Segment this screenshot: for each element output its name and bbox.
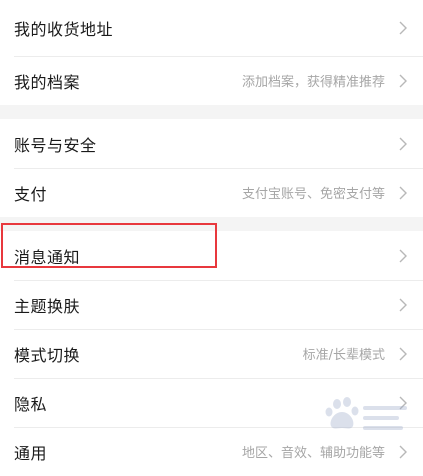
section-divider [0, 105, 423, 119]
settings-item-label: 主题换肤 [14, 296, 81, 316]
settings-item-general[interactable]: 通用 地区、音效、辅助功能等 [0, 427, 423, 476]
settings-item-label: 我的收货地址 [14, 20, 114, 39]
settings-item-label: 支付 [14, 184, 48, 204]
settings-item-label: 模式切换 [14, 345, 81, 365]
settings-item-hint: 添加档案，获得精准推荐 [241, 75, 385, 90]
chevron-right-icon [397, 445, 409, 459]
settings-item-payment[interactable]: 支付 支付宝账号、免密支付等 [0, 168, 423, 217]
settings-item-label: 隐私 [14, 394, 48, 414]
settings-item-label: 我的档案 [14, 72, 81, 92]
settings-item-label: 通用 [14, 443, 48, 463]
settings-item-privacy[interactable]: 隐私 [0, 378, 423, 427]
settings-item-notifications[interactable]: 消息通知 [0, 231, 423, 280]
chevron-right-icon [397, 137, 409, 151]
settings-item-hint: 地区、音效、辅助功能等 [241, 446, 385, 461]
settings-item-shipping-address[interactable]: 我的收货地址 [0, 0, 423, 56]
settings-item-label: 消息通知 [14, 247, 81, 267]
section-divider [0, 217, 423, 231]
chevron-right-icon [397, 74, 409, 88]
chevron-right-icon [397, 347, 409, 361]
settings-item-theme[interactable]: 主题换肤 [0, 280, 423, 329]
settings-group-1: 我的收货地址 我的档案 添加档案，获得精准推荐 [0, 0, 423, 105]
settings-group-3: 消息通知 主题换肤 模式切换 标准/长辈模式 隐私 通用 地区、音效、辅助功能等 [0, 231, 423, 476]
settings-item-account-security[interactable]: 账号与安全 [0, 119, 423, 168]
chevron-right-icon [397, 396, 409, 410]
settings-item-label: 账号与安全 [14, 135, 97, 155]
chevron-right-icon [397, 298, 409, 312]
settings-group-2: 账号与安全 支付 支付宝账号、免密支付等 [0, 119, 423, 217]
settings-item-my-profile[interactable]: 我的档案 添加档案，获得精准推荐 [0, 56, 423, 105]
settings-item-hint: 标准/长辈模式 [302, 348, 385, 363]
settings-item-hint: 支付宝账号、免密支付等 [241, 187, 385, 202]
chevron-right-icon [397, 249, 409, 263]
settings-item-mode-switch[interactable]: 模式切换 标准/长辈模式 [0, 329, 423, 378]
chevron-right-icon [397, 21, 409, 35]
chevron-right-icon [397, 186, 409, 200]
